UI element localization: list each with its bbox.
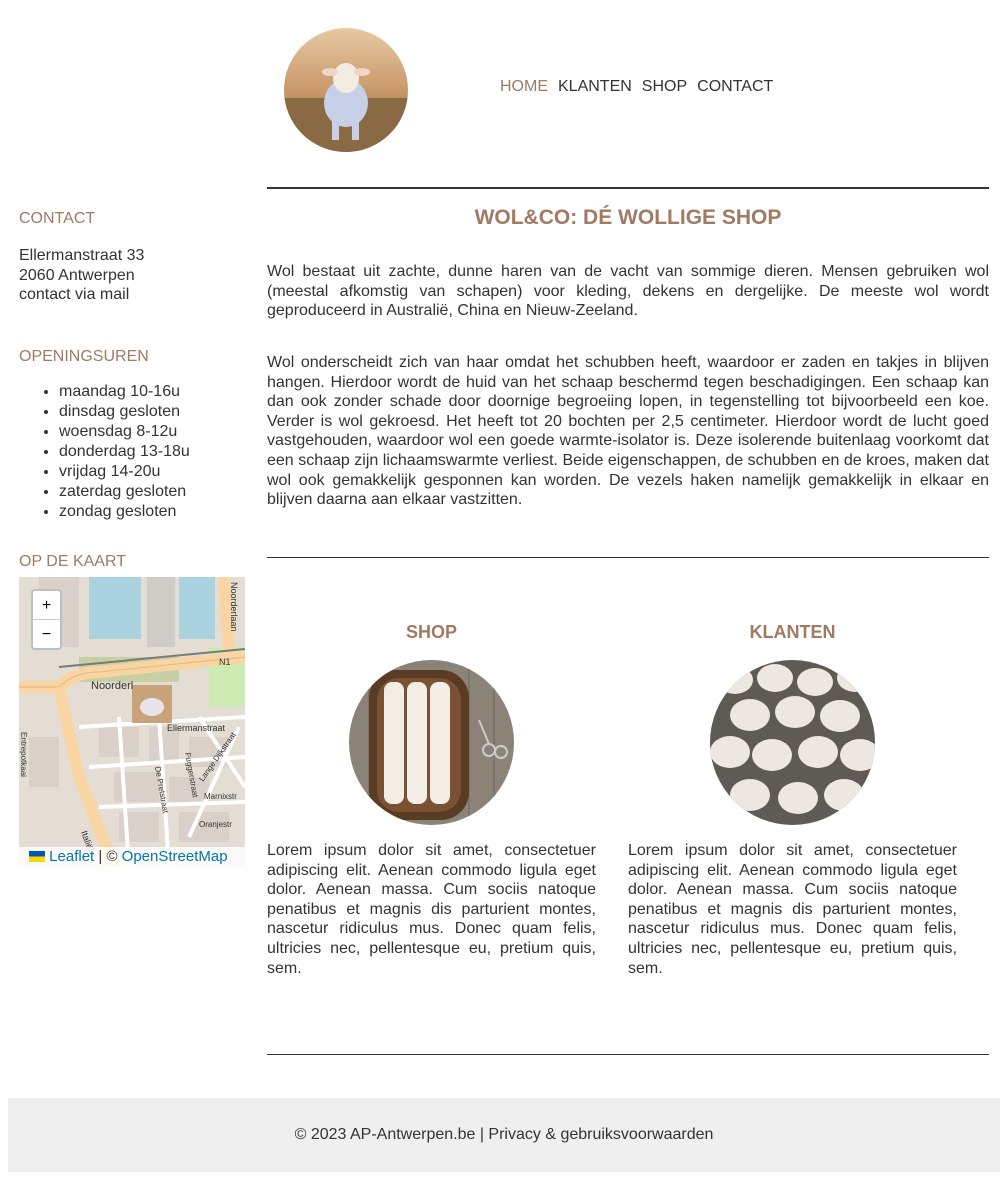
logo-lamb-image[interactable] xyxy=(284,28,408,152)
address-city: 2060 Antwerpen xyxy=(19,266,135,284)
hours-heading: OPENINGSUREN xyxy=(19,347,149,365)
divider-bottom xyxy=(267,1054,989,1055)
map-heading: OP DE KAART xyxy=(19,552,126,570)
nav-klanten[interactable]: KLANTEN xyxy=(558,78,632,96)
hours-item: maandag 10-16u xyxy=(59,382,245,402)
divider-middle xyxy=(267,557,989,558)
shop-heading[interactable]: SHOP xyxy=(267,622,596,643)
hours-item: zaterdag gesloten xyxy=(59,482,245,502)
map-widget[interactable]: Noorderl Ellermanstraat N1 Italiëlei De … xyxy=(19,577,245,867)
map-attribution: Leaflet | © OpenStreetMap xyxy=(19,847,245,867)
hours-item: woensdag 8-12u xyxy=(59,422,245,442)
openstreetmap-link[interactable]: OpenStreetMap xyxy=(122,848,228,865)
page-title: WOL&CO: DÉ WOLLIGE SHOP xyxy=(474,206,782,229)
nav-home[interactable]: HOME xyxy=(500,78,548,96)
map-label-oranjestr: Oranjestr xyxy=(199,820,232,829)
hours-item: dinsdag gesloten xyxy=(59,402,245,422)
map-label-n1: N1 xyxy=(219,657,231,667)
shop-text: Lorem ipsum dolor sit amet, consectetuer… xyxy=(267,842,596,977)
attrib-separator: | © xyxy=(94,848,122,865)
map-label-noorderlaan: Noorderlaan xyxy=(229,582,239,632)
nav-shop[interactable]: SHOP xyxy=(642,78,687,96)
divider-top xyxy=(267,187,989,189)
klanten-image[interactable] xyxy=(710,660,875,825)
hours-item: zondag gesloten xyxy=(59,502,245,522)
map-label-noorderl: Noorderl xyxy=(91,680,133,692)
map-label-ellermanstraat: Ellermanstraat xyxy=(167,723,226,733)
main-nav: HOME KLANTEN SHOP CONTACT xyxy=(500,78,773,96)
contact-heading: CONTACT xyxy=(19,210,96,227)
address-street: Ellermanstraat 33 xyxy=(19,247,145,264)
footer-text[interactable]: © 2023 AP-Antwerpen.be | Privacy & gebru… xyxy=(295,1126,714,1143)
ukraine-flag-icon xyxy=(29,851,45,862)
hours-list: maandag 10-16u dinsdag gesloten woensdag… xyxy=(19,382,245,522)
address: Ellermanstraat 33 2060 Antwerpen contact… xyxy=(19,246,245,305)
zoom-out-button[interactable]: − xyxy=(33,620,60,649)
wool-paragraph: Wol onderscheidt zich van haar omdat het… xyxy=(267,354,989,509)
shop-section: SHOP Lorem ipsum dolor sit amet, consect… xyxy=(267,622,596,978)
map-label-marnixstr: Marnixstr xyxy=(204,792,237,801)
hours-item: vrijdag 14-20u xyxy=(59,462,245,482)
klanten-text: Lorem ipsum dolor sit amet, consectetuer… xyxy=(628,842,957,977)
intro-paragraph: Wol bestaat uit zachte, dunne haren van … xyxy=(267,263,989,320)
nav-contact[interactable]: CONTACT xyxy=(697,78,773,96)
zoom-in-button[interactable]: + xyxy=(33,591,60,620)
contact-mail-link[interactable]: contact via mail xyxy=(19,285,245,305)
leaflet-link[interactable]: Leaflet xyxy=(49,848,94,865)
map-label-entrepotkaai: Entrepotkaai xyxy=(19,732,28,777)
klanten-section: KLANTEN Lorem ipsum dolor sit amet, cons… xyxy=(628,622,957,978)
footer: © 2023 AP-Antwerpen.be | Privacy & gebru… xyxy=(8,1098,1000,1172)
klanten-heading[interactable]: KLANTEN xyxy=(628,622,957,643)
shop-image[interactable] xyxy=(349,660,514,825)
sidebar: CONTACT Ellermanstraat 33 2060 Antwerpen… xyxy=(19,210,245,571)
map-zoom-control: + − xyxy=(31,589,62,650)
hours-item: donderdag 13-18u xyxy=(59,442,245,462)
